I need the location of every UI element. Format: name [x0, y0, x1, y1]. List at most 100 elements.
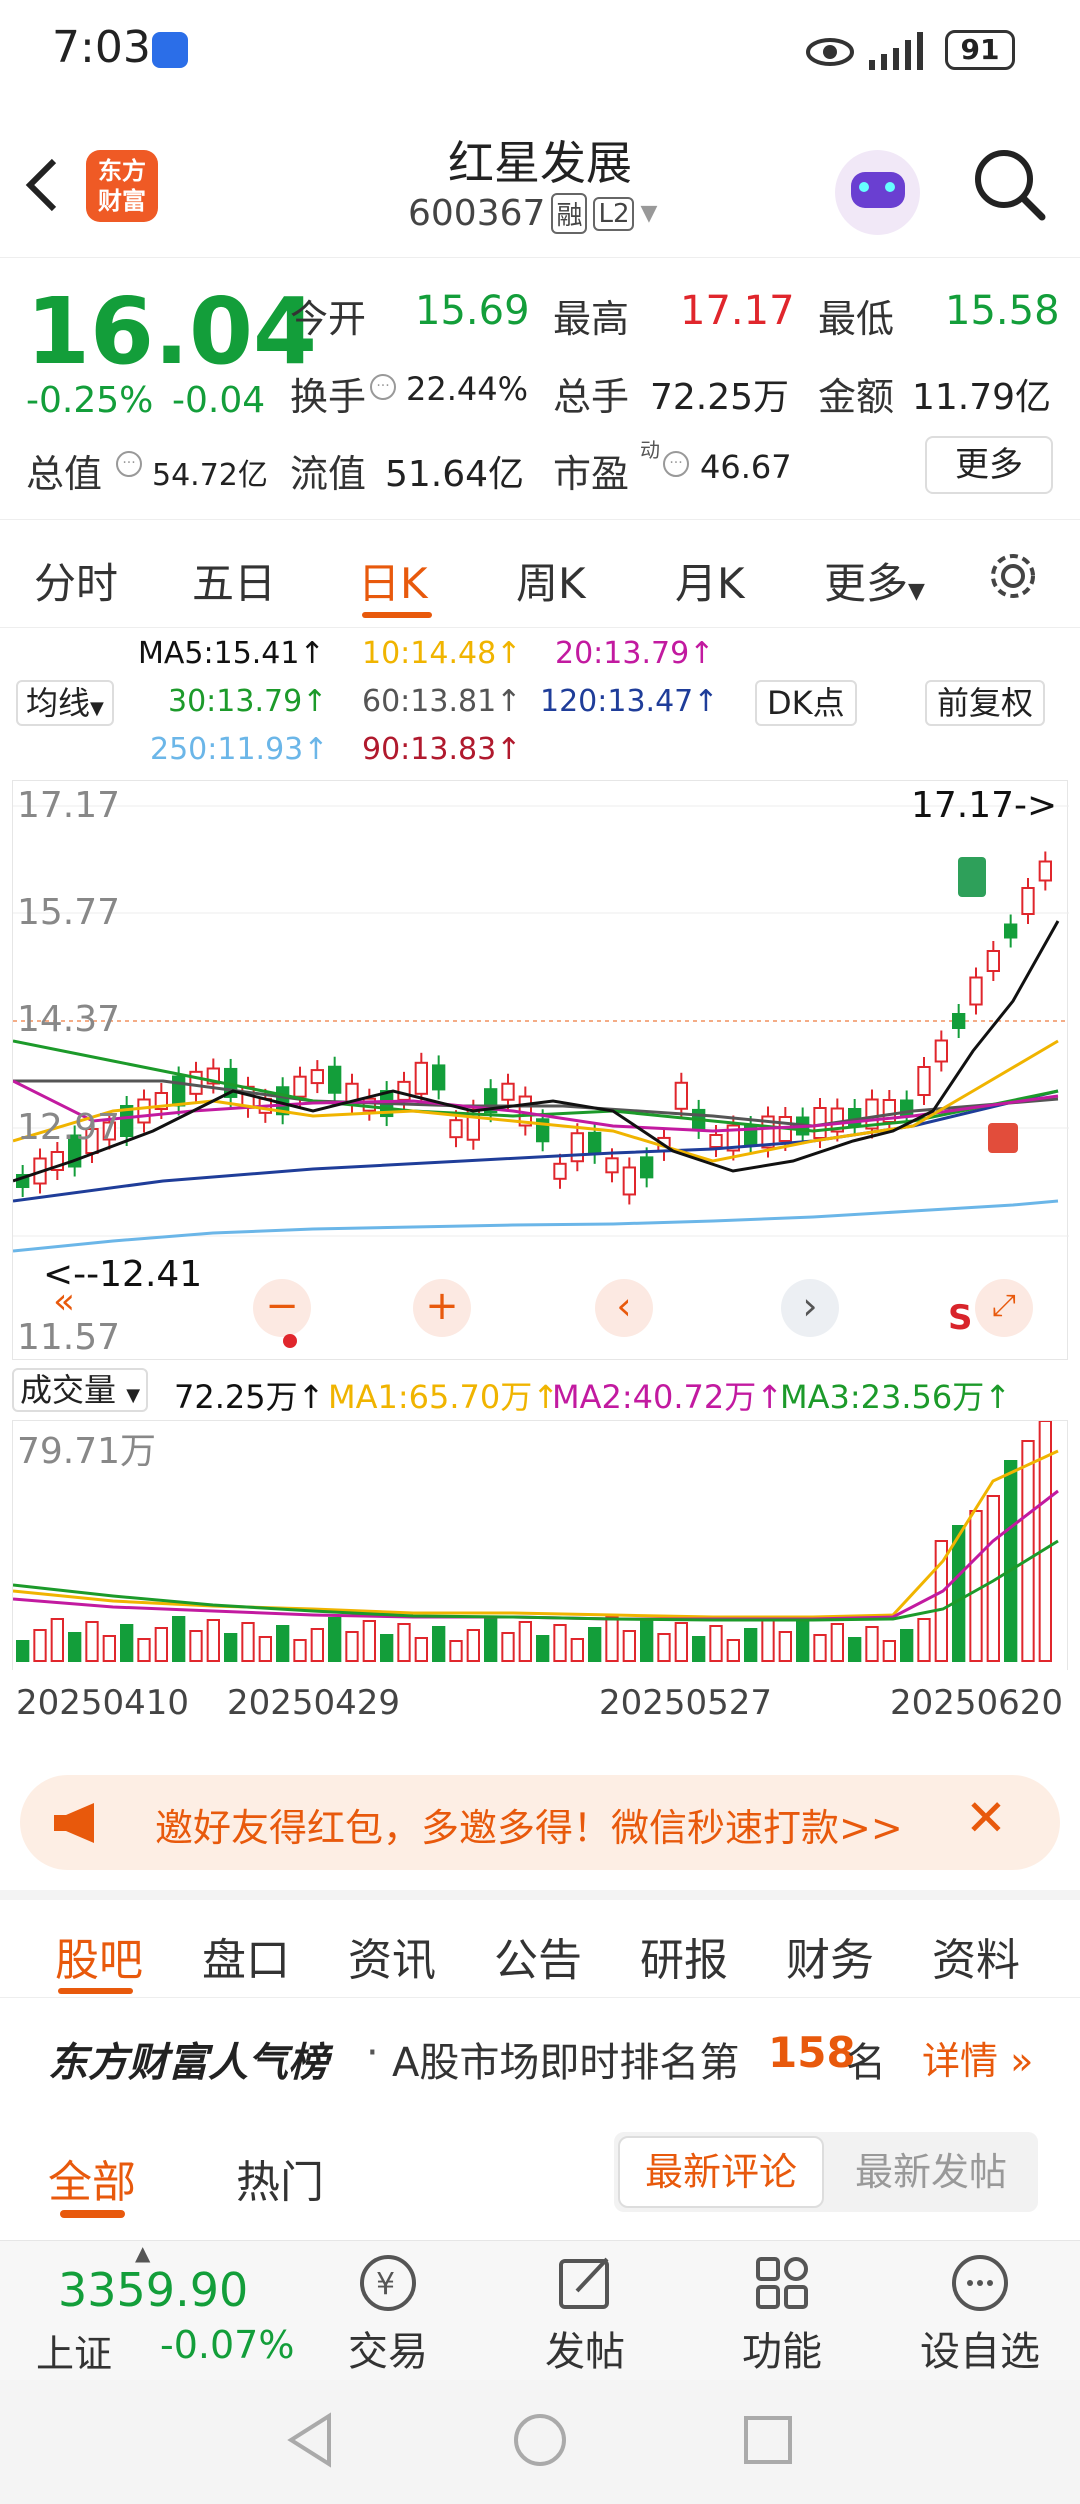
- last-price: 16.04: [26, 278, 318, 385]
- mktcap-label: 总值: [26, 452, 103, 496]
- zoom-out-button[interactable]: −: [253, 1279, 311, 1337]
- mktcap-value: 54.72亿: [152, 458, 268, 493]
- tab-intraday[interactable]: 分时: [34, 550, 118, 611]
- tab-order-book[interactable]: 盘口: [202, 1924, 290, 1988]
- scroll-left-button[interactable]: ‹: [595, 1279, 653, 1337]
- volume-bar: [830, 1623, 845, 1662]
- rank-detail-link[interactable]: 详情 »: [922, 2030, 1033, 2085]
- candle: [986, 950, 1001, 972]
- volume-total: 72.25万↑: [174, 1378, 325, 1416]
- tab-news[interactable]: 资讯: [348, 1924, 436, 1988]
- adjust-button[interactable]: 前复权: [925, 680, 1046, 726]
- tab-daily-k[interactable]: 日K: [358, 550, 428, 611]
- y-axis-label: 15.77: [17, 892, 120, 933]
- volume-bar: [241, 1622, 255, 1662]
- volume-bar: [120, 1624, 134, 1662]
- tab-hot[interactable]: 热门: [236, 2146, 324, 2210]
- candle: [397, 1080, 411, 1101]
- candle: [310, 1069, 324, 1085]
- date-axis: 20250410 20250429 20250527 20250620: [12, 1675, 1068, 1735]
- volume-bar: [969, 1510, 983, 1662]
- index-value[interactable]: 3359.90: [58, 2263, 248, 2317]
- zoom-in-button[interactable]: +: [413, 1279, 471, 1337]
- back-triangle-icon[interactable]: [285, 2412, 335, 2468]
- battery-icon: 91: [945, 30, 1015, 70]
- candle: [709, 1134, 723, 1148]
- jump-start-button[interactable]: «: [53, 1281, 75, 1322]
- volume-bar: [917, 1618, 931, 1662]
- info-icon[interactable]: ···: [663, 451, 689, 477]
- active-tab-indicator: [60, 2210, 125, 2218]
- low-value: 15.58: [945, 288, 1060, 334]
- tab-forum[interactable]: 股吧: [55, 1924, 143, 1988]
- volume-bar: [310, 1628, 324, 1662]
- candlestick-chart[interactable]: 17.17 15.77 14.37 12.97 11.57 17.17-> <-…: [12, 780, 1069, 1360]
- popularity-rank[interactable]: 东方财富人气榜 · A股市场即时排名第 158 名 详情 »: [0, 2000, 1080, 2110]
- high-value: 17.17: [680, 288, 795, 334]
- tab-weekly-k[interactable]: 周K: [516, 550, 586, 611]
- chevron-down-icon: ▼: [640, 201, 658, 226]
- quote-panel: 16.04 -0.25% -0.04 今开 15.69 最高 17.17 最低 …: [0, 258, 1080, 520]
- volume-bar: [640, 1619, 654, 1662]
- close-icon[interactable]: ✕: [965, 1789, 1007, 1847]
- scroll-right-button[interactable]: ›: [781, 1279, 839, 1337]
- function-label: 功能: [742, 2329, 822, 2375]
- volume-bar: [397, 1623, 411, 1662]
- volume-bar: [484, 1618, 498, 1662]
- add-watchlist-button[interactable]: 设自选: [910, 2251, 1050, 2376]
- ma90-value: 90:13.83↑: [362, 732, 522, 767]
- fullscreen-icon[interactable]: ⤢: [975, 1279, 1033, 1337]
- info-icon[interactable]: ···: [116, 451, 142, 477]
- tab-research[interactable]: 研报: [640, 1924, 728, 1988]
- volume-ma2: MA2:40.72万↑: [552, 1378, 784, 1416]
- sort-latest-comment[interactable]: 最新评论: [618, 2136, 824, 2208]
- recents-square-icon[interactable]: [742, 2414, 794, 2466]
- ma5-value: MA5:15.41↑: [138, 636, 325, 671]
- volume-bar: [102, 1635, 116, 1662]
- candle: [640, 1156, 654, 1179]
- volume-bar: [1021, 1440, 1035, 1662]
- volume-bar: [276, 1625, 290, 1662]
- tab-monthly-k[interactable]: 月K: [675, 550, 745, 611]
- volume-bar: [16, 1640, 30, 1662]
- tab-five-day[interactable]: 五日: [192, 550, 276, 611]
- home-circle-icon[interactable]: [512, 2412, 568, 2468]
- settings-icon[interactable]: [985, 548, 1041, 604]
- volume-bar: [553, 1624, 567, 1662]
- dk-point-button[interactable]: DK点: [755, 680, 857, 726]
- max-price-marker: 17.17->: [911, 785, 1057, 826]
- robot-assistant-icon[interactable]: [835, 150, 920, 235]
- buy-signal-marker: [988, 1123, 1018, 1153]
- invite-banner[interactable]: 邀好友得红包，多邀多得！微信秒速打款>> ✕: [20, 1775, 1060, 1870]
- stock-code-row[interactable]: 600367 融 L2 ▼: [408, 193, 657, 234]
- tab-profile[interactable]: 资料: [932, 1924, 1020, 1988]
- sort-toggle: 最新评论 最新发帖: [614, 2132, 1038, 2212]
- sell-signal-marker: S: [948, 1298, 973, 1338]
- volume-chart[interactable]: 79.71万: [12, 1420, 1068, 1670]
- candle: [137, 1098, 151, 1124]
- ma-selector[interactable]: 均线▼: [16, 680, 114, 726]
- tab-all[interactable]: 全部: [48, 2146, 136, 2210]
- candle: [501, 1082, 515, 1101]
- status-bar: 7:03 91: [0, 0, 1080, 105]
- sort-latest-post[interactable]: 最新发帖: [828, 2136, 1034, 2208]
- pe-label: 市盈: [553, 452, 630, 496]
- tab-more[interactable]: 更多▼: [824, 550, 925, 611]
- function-button[interactable]: 功能: [722, 2251, 842, 2376]
- indicator-selector[interactable]: 成交量 ▼: [12, 1368, 149, 1412]
- search-icon[interactable]: [970, 145, 1050, 225]
- tab-announcements[interactable]: 公告: [494, 1924, 582, 1988]
- post-button[interactable]: 发帖: [525, 2251, 645, 2376]
- candle: [414, 1061, 428, 1095]
- forum-subtabs: 全部 热门 最新评论 最新发帖: [0, 2110, 1080, 2235]
- volume-ma3: MA3:23.56万↑: [780, 1378, 1012, 1416]
- date-label: 20250527: [599, 1683, 773, 1723]
- trade-button[interactable]: ¥ 交易: [328, 2251, 448, 2376]
- tab-finance[interactable]: 财务: [786, 1924, 874, 1988]
- grid-icon: [756, 2257, 808, 2309]
- open-value: 15.69: [415, 288, 530, 334]
- collapse-arrow-icon[interactable]: ▲: [135, 2241, 150, 2265]
- stock-header: 东方 财富 红星发展 600367 融 L2 ▼: [0, 105, 1080, 258]
- more-quote-button[interactable]: 更多: [925, 436, 1053, 494]
- info-icon[interactable]: ···: [370, 374, 396, 400]
